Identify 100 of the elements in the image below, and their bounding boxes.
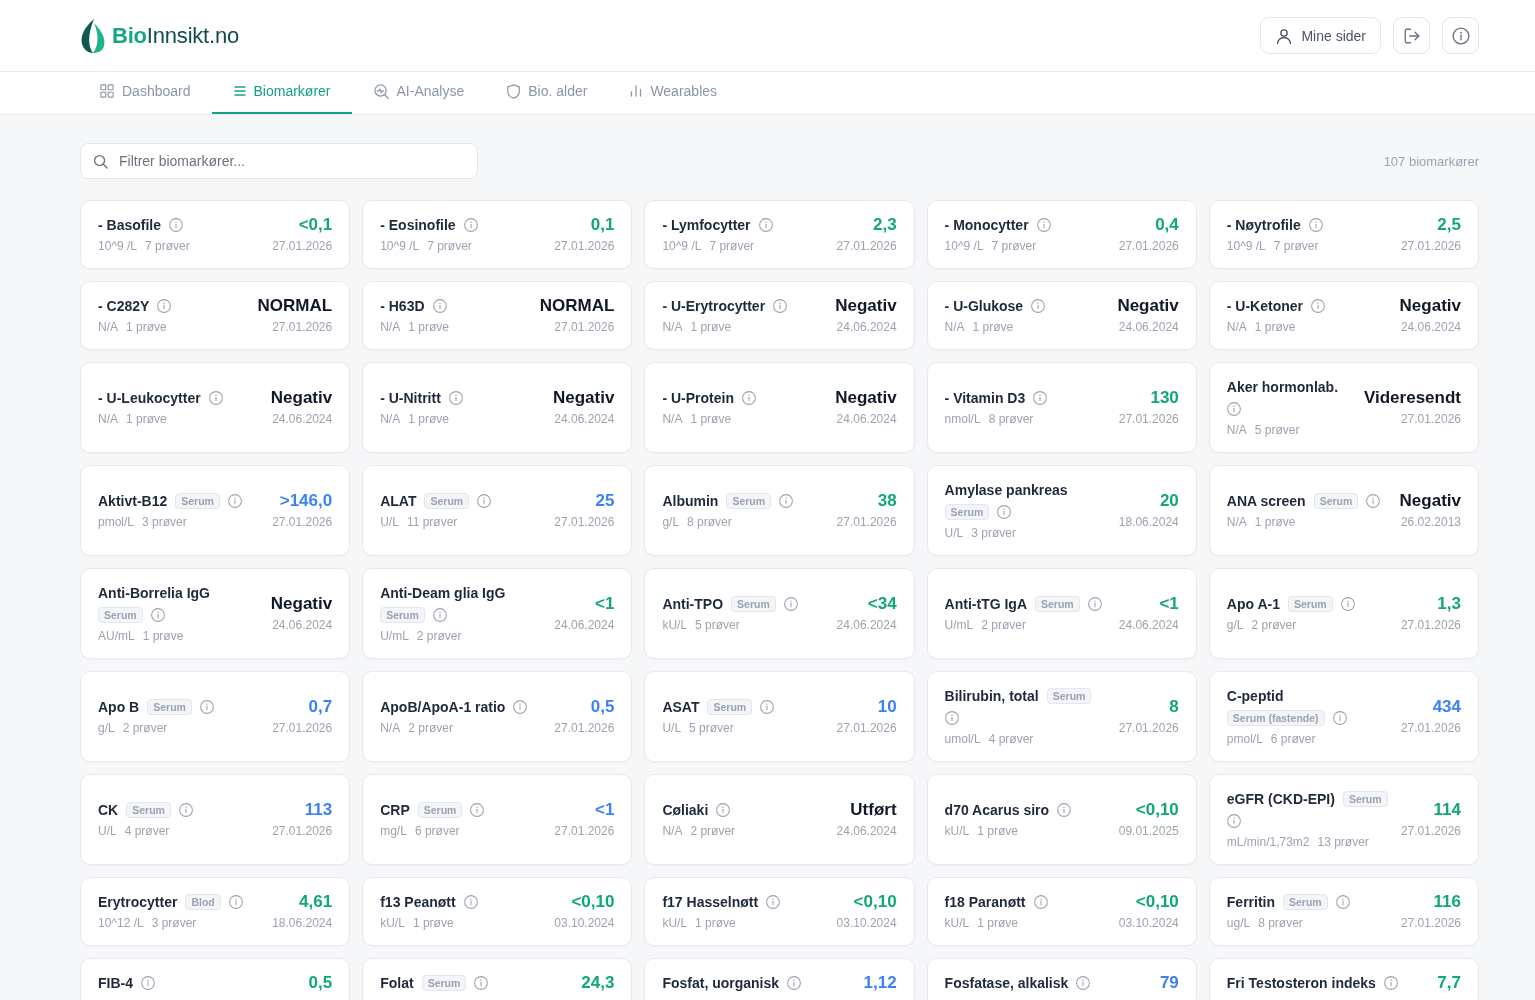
biomarker-card[interactable]: - H63D N/A 1 prøve NORMAL 27.01.2026 (362, 281, 633, 350)
info-icon[interactable] (1226, 402, 1241, 416)
biomarker-card[interactable]: Anti-Borrelia IgG Serum AU/mL 1 prøve Negativ 24.06.2024 (80, 568, 351, 659)
biomarker-card[interactable]: ALAT Serum U/L 11 prøver 25 27.01.2026 (362, 465, 633, 556)
info-icon[interactable] (1031, 299, 1046, 313)
biomarker-card[interactable]: - Monocytter 10^9 /L 7 prøver 0,4 27.01.2026 (926, 200, 1197, 269)
info-icon[interactable] (779, 494, 794, 508)
info-icon[interactable] (1340, 597, 1355, 611)
info-icon[interactable] (758, 218, 773, 232)
info-icon[interactable] (463, 218, 478, 232)
biomarker-card[interactable]: - Vitamin D3 nmol/L 8 prøver 130 27.01.2026 (926, 362, 1197, 453)
biomarker-card[interactable]: - U-Erytrocytter N/A 1 prøve Negativ 24.06.2024 (644, 281, 915, 350)
info-icon[interactable] (1033, 895, 1048, 909)
info-icon[interactable] (463, 895, 478, 909)
info-icon[interactable] (228, 895, 243, 909)
info-icon[interactable] (1057, 803, 1072, 817)
biomarker-card[interactable]: Fri Testosteron indeks 7,7 (1208, 958, 1479, 1000)
info-icon[interactable] (787, 976, 802, 990)
biomarker-card[interactable]: eGFR (CKD-EPI) Serum mL/min/1,73m2 13 prøver 114 27.01.2026 (1208, 774, 1479, 865)
info-icon[interactable] (1383, 976, 1398, 990)
info-icon[interactable] (141, 976, 155, 990)
biomarker-card[interactable]: - U-Glukose N/A 1 prøve Negativ 24.06.2024 (926, 281, 1197, 350)
biomarker-card[interactable]: Amylase pankreas Serum U/L 3 prøver 20 18.06.2024 (926, 465, 1197, 556)
info-icon[interactable] (1311, 299, 1326, 313)
biomarker-name: f18 Paranøtt (944, 893, 1026, 912)
info-icon[interactable] (513, 700, 528, 714)
biomarker-card[interactable]: CRP Serum mg/L 6 prøver <1 27.01.2026 (362, 774, 633, 865)
info-icon[interactable] (169, 218, 183, 232)
biomarker-card[interactable]: ANA screen Serum N/A 1 prøve Negativ 26.02.2013 (1208, 465, 1479, 556)
biomarker-card[interactable]: Apo A-1 Serum g/L 2 prøver 1,3 27.01.2026 (1208, 568, 1479, 659)
biomarker-card[interactable]: - Lymfocytter 10^9 /L 7 prøver 2,3 27.01.2026 (644, 200, 915, 269)
biomarker-card[interactable]: Erytrocytter Blod 10^12 /L 3 prøver 4,61 18.06.2024 (80, 877, 351, 946)
biomarker-card[interactable]: Albumin Serum g/L 8 prøver 38 27.01.2026 (644, 465, 915, 556)
info-icon[interactable] (760, 700, 775, 714)
biomarker-card[interactable]: CK Serum U/L 4 prøver 113 27.01.2026 (80, 774, 351, 865)
info-icon[interactable] (997, 505, 1012, 519)
info-icon[interactable] (741, 391, 756, 405)
biomarker-card[interactable]: Folat Serum 24,3 (362, 958, 633, 1000)
info-icon[interactable] (783, 597, 798, 611)
biomarker-card[interactable]: Anti-tTG IgA Serum U/mL 2 prøver <1 24.06.2024 (926, 568, 1197, 659)
result-date: 27.01.2026 (836, 514, 897, 531)
biomarker-card[interactable]: Apo B Serum g/L 2 prøver 0,7 27.01.2026 (80, 671, 351, 762)
search-field[interactable]: Filtrer biomarkører... (80, 143, 478, 179)
info-icon[interactable] (1076, 976, 1091, 990)
unit-label: umol/L (944, 731, 981, 748)
info-icon[interactable] (1332, 711, 1347, 725)
biomarker-card[interactable]: - U-Leukocytter N/A 1 prøve Negativ 24.06.2024 (80, 362, 351, 453)
info-icon[interactable] (716, 803, 731, 817)
biomarker-card[interactable]: Anti-TPO Serum kU/L 5 prøver <34 24.06.2024 (644, 568, 915, 659)
biomarker-card[interactable]: ASAT Serum U/L 5 prøver 10 27.01.2026 (644, 671, 915, 762)
biomarker-name: CK (98, 801, 119, 820)
info-icon[interactable] (178, 803, 193, 817)
biomarker-card[interactable]: - Basofile 10^9 /L 7 prøver <0,1 27.01.2026 (80, 200, 351, 269)
biomarker-card[interactable]: FIB-4 0,5 (80, 958, 351, 1000)
biomarker-card[interactable]: Cøliaki N/A 2 prøver Utført 24.06.2024 (644, 774, 915, 865)
info-icon[interactable] (477, 494, 492, 508)
biomarker-card[interactable]: Aker hormonlab. N/A 5 prøver Videresendt 27.01.2026 (1208, 362, 1479, 453)
info-icon[interactable] (1366, 494, 1381, 508)
info-icon[interactable] (944, 711, 959, 725)
biomarker-card[interactable]: Ferritin Serum ug/L 8 prøver 116 27.01.2026 (1208, 877, 1479, 946)
biomarker-card[interactable]: Aktivt-B12 Serum pmol/L 3 prøver >146,0 27.01.2026 (80, 465, 351, 556)
info-icon[interactable] (1308, 218, 1323, 232)
biomarker-card[interactable]: ApoB/ApoA-1 ratio N/A 2 prøver 0,5 27.01.2026 (362, 671, 633, 762)
info-icon[interactable] (470, 803, 485, 817)
logo-text[interactable]: BioInnsikt.no (112, 22, 239, 49)
info-icon[interactable] (432, 299, 447, 313)
info-icon[interactable] (199, 700, 214, 714)
sample-count: 1 prøve (977, 915, 1018, 932)
biomarker-card[interactable]: Anti-Deam glia IgG Serum U/mL 2 prøver <1 24.06.2024 (362, 568, 633, 659)
info-icon[interactable] (448, 391, 463, 405)
account-button[interactable]: Mine sider (1260, 17, 1381, 54)
biomarker-card[interactable]: f13 Peanøtt kU/L 1 prøve <0,10 03.10.2024 (362, 877, 633, 946)
info-icon[interactable] (150, 608, 165, 622)
biomarker-card[interactable]: d70 Acarus siro kU/L 1 prøve <0,10 09.01.2025 (926, 774, 1197, 865)
logout-button[interactable] (1393, 17, 1430, 54)
info-icon[interactable] (227, 494, 242, 508)
biomarker-card[interactable]: - U-Protein N/A 1 prøve Negativ 24.06.2024 (644, 362, 915, 453)
info-icon[interactable] (1087, 597, 1102, 611)
info-icon[interactable] (766, 895, 781, 909)
info-icon[interactable] (432, 608, 447, 622)
biomarker-card[interactable]: C-peptid Serum (fastende) pmol/L 6 prøver 434 27.01.2026 (1208, 671, 1479, 762)
info-icon[interactable] (1036, 218, 1051, 232)
info-icon[interactable] (773, 299, 788, 313)
biomarker-card[interactable]: f18 Paranøtt kU/L 1 prøve <0,10 03.10.2024 (926, 877, 1197, 946)
biomarker-card[interactable]: - U-Ketoner N/A 1 prøve Negativ 24.06.2024 (1208, 281, 1479, 350)
biomarker-card[interactable]: - Eosinofile 10^9 /L 7 prøver 0,1 27.01.2026 (362, 200, 633, 269)
biomarker-card[interactable]: - U-Nitritt N/A 1 prøve Negativ 24.06.2024 (362, 362, 633, 453)
biomarker-card[interactable]: - C282Y N/A 1 prøve NORMAL 27.01.2026 (80, 281, 351, 350)
info-icon[interactable] (1033, 391, 1048, 405)
info-button[interactable] (1442, 17, 1479, 54)
biomarker-card[interactable]: - Nøytrofile 10^9 /L 7 prøver 2,5 27.01.2026 (1208, 200, 1479, 269)
info-icon[interactable] (208, 391, 223, 405)
info-icon[interactable] (474, 976, 489, 990)
biomarker-card[interactable]: f17 Hasselnøtt kU/L 1 prøve <0,10 03.10.2024 (644, 877, 915, 946)
biomarker-card[interactable]: Fosfat, uorganisk 1,12 (644, 958, 915, 1000)
biomarker-card[interactable]: Bilirubin, total Serum umol/L 4 prøver 8 27.01.2026 (926, 671, 1197, 762)
info-icon[interactable] (157, 299, 172, 313)
biomarker-card[interactable]: Fosfatase, alkalisk 79 (926, 958, 1197, 1000)
info-icon[interactable] (1226, 814, 1241, 828)
info-icon[interactable] (1335, 895, 1350, 909)
